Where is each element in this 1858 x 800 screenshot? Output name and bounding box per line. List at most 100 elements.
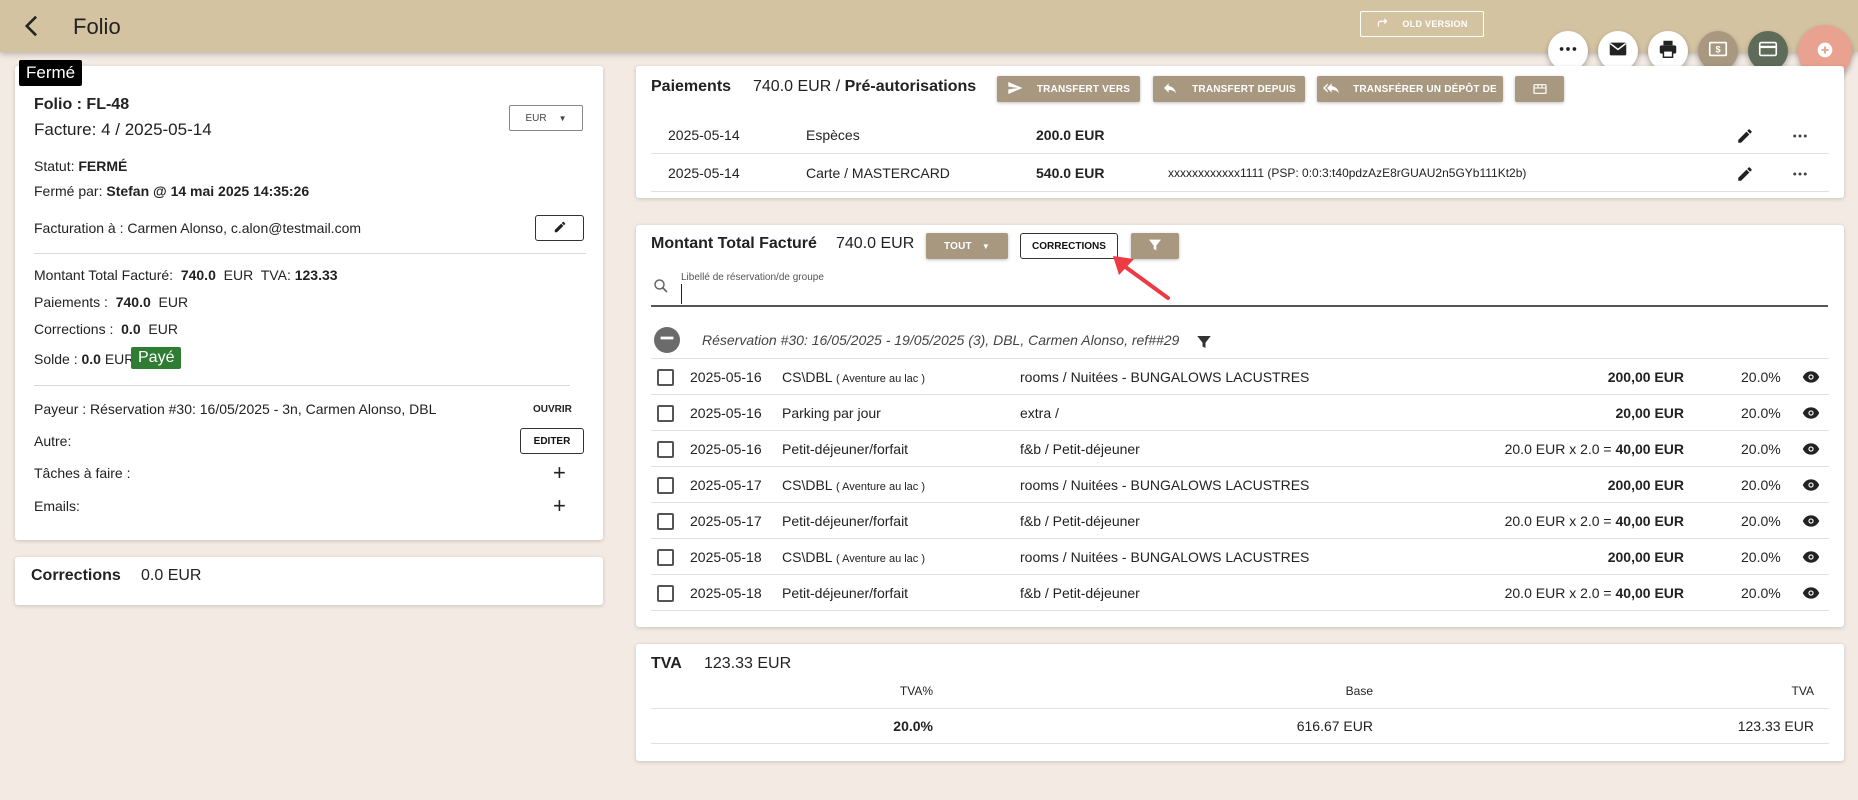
row-divider — [651, 430, 1829, 431]
item-label: CS\DBL ( Aventure au lac ) — [782, 549, 925, 565]
row-checkbox[interactable] — [657, 549, 674, 566]
filter-icon[interactable] — [1195, 333, 1211, 348]
reply-all-icon — [1323, 80, 1340, 99]
eye-icon[interactable] — [1802, 404, 1820, 422]
billed-amount: 740.0 EUR — [836, 235, 915, 252]
item-category: extra / — [1020, 405, 1059, 421]
billing-to: Facturation à : Carmen Alonso, c.alon@te… — [34, 220, 362, 236]
item-date: 2025-05-17 — [690, 477, 762, 493]
total-row: Montant Total Facturé: 740.0 EUR TVA: 12… — [34, 267, 338, 283]
gift-voucher-button[interactable] — [1515, 76, 1564, 102]
collapse-reservation-button[interactable] — [654, 327, 680, 353]
row-checkbox[interactable] — [657, 441, 674, 458]
row-checkbox[interactable] — [657, 405, 674, 422]
item-amount: 20.0 EUR x 2.0 = 40,00 EUR — [1505, 513, 1684, 529]
row-divider — [651, 358, 1829, 359]
item-amount: 20,00 EUR — [1616, 405, 1684, 421]
add-task-icon[interactable]: + — [553, 462, 566, 484]
item-category: rooms / Nuitées - BUNGALOWS LACUSTRES — [1020, 369, 1310, 385]
row-divider — [651, 743, 1829, 744]
filter-all-dropdown[interactable]: TOUT ▼ — [926, 233, 1008, 259]
search-placeholder: Libellé de réservation/de groupe — [681, 272, 824, 283]
item-label-text: Petit-déjeuner/forfait — [782, 513, 909, 529]
search-underline — [651, 305, 1828, 307]
more-horizontal-icon[interactable] — [1791, 127, 1809, 145]
payment-button[interactable]: $ — [1698, 31, 1738, 71]
back-arrow-icon[interactable] — [18, 12, 46, 40]
print-icon — [1657, 38, 1679, 64]
eye-icon[interactable] — [1802, 368, 1820, 386]
old-version-button[interactable]: OLD VERSION — [1360, 11, 1484, 37]
eye-icon[interactable] — [1802, 584, 1820, 602]
print-button[interactable] — [1648, 31, 1688, 71]
status-row: Statut: FERMÉ — [34, 158, 127, 174]
row-divider — [651, 708, 1829, 709]
total-value: 740.0 — [180, 267, 216, 283]
payments-currency: EUR — [158, 294, 189, 310]
item-sublabel: ( Aventure au lac ) — [835, 481, 926, 493]
search-input[interactable] — [681, 284, 1826, 304]
transfer-from-button[interactable]: TRANSFERT DEPUIS — [1153, 76, 1305, 102]
divider — [34, 253, 586, 254]
pencil-icon — [553, 220, 567, 237]
more-actions-button[interactable] — [1548, 31, 1588, 71]
eye-icon[interactable] — [1802, 440, 1820, 458]
minus-circle-icon — [656, 327, 678, 353]
card-payment-button[interactable] — [1748, 31, 1788, 71]
currency-select[interactable]: EUR ▼ — [509, 105, 583, 131]
corrections-currency: EUR — [148, 321, 178, 337]
row-checkbox[interactable] — [657, 477, 674, 494]
tva-label: TVA: — [260, 267, 291, 283]
preauth-link[interactable]: Pré-autorisations — [845, 78, 977, 95]
chevron-down-icon: ▼ — [981, 241, 990, 251]
status-label: Statut: — [34, 158, 75, 174]
item-calc: 20.0 EUR x 2.0 = — [1504, 441, 1612, 457]
item-label: Petit-déjeuner/forfait — [782, 513, 908, 529]
row-checkbox[interactable] — [657, 369, 674, 386]
item-label-text: Petit-déjeuner/forfait — [782, 585, 909, 601]
item-amount: 200,00 EUR — [1608, 369, 1684, 385]
item-vat: 20.0% — [1741, 477, 1781, 493]
item-vat: 20.0% — [1741, 585, 1781, 601]
payments-title: Paiements — [651, 78, 732, 95]
invoice-label: Facture: 4 / 2025-05-14 — [34, 120, 212, 139]
pencil-icon[interactable] — [1736, 127, 1754, 145]
currency-value: EUR — [525, 112, 547, 124]
payment-detail: xxxxxxxxxxxx1111 (PSP: 0:0:3:t40pdzAzE8r… — [1168, 166, 1527, 180]
edit-other-button[interactable]: EDITER — [520, 428, 584, 454]
open-payer-button[interactable]: OUVRIR — [533, 404, 572, 415]
folio-number: Folio : FL-48 — [34, 96, 130, 113]
balance-value: 0.0 — [81, 351, 101, 367]
item-amount: 20.0 EUR x 2.0 = 40,00 EUR — [1505, 585, 1684, 601]
row-checkbox[interactable] — [657, 513, 674, 530]
credit-card-icon — [1757, 38, 1779, 64]
eye-icon[interactable] — [1802, 476, 1820, 494]
edit-billing-button[interactable] — [535, 215, 584, 241]
add-email-icon[interactable]: + — [553, 495, 566, 517]
tasks-label: Tâches à faire : — [34, 465, 131, 481]
transfer-from-label: TRANSFERT DEPUIS — [1192, 83, 1296, 95]
item-label-text: CS\DBL — [782, 369, 833, 385]
item-vat: 20.0% — [1741, 549, 1781, 565]
corrections-button[interactable]: CORRECTIONS — [1020, 233, 1118, 259]
eye-icon[interactable] — [1802, 548, 1820, 566]
reply-icon — [1162, 80, 1178, 99]
pencil-icon[interactable] — [1736, 165, 1754, 183]
payer: Payeur : Réservation #30: 16/05/2025 - 3… — [34, 401, 437, 417]
row-divider — [651, 610, 1829, 611]
item-label: CS\DBL ( Aventure au lac ) — [782, 477, 925, 493]
item-date: 2025-05-18 — [690, 585, 762, 601]
page-title: Folio — [73, 14, 121, 39]
closed-by-label: Fermé par: — [34, 183, 103, 199]
transfer-to-button[interactable]: TRANSFERT VERS — [997, 76, 1140, 102]
corrections-row: Corrections : 0.0 EUR — [34, 321, 178, 337]
transfer-deposit-button[interactable]: TRANSFÉRER UN DÉPÔT DE — [1317, 76, 1503, 102]
more-horizontal-icon[interactable] — [1791, 165, 1809, 183]
money-icon: $ — [1707, 38, 1729, 64]
total-currency: EUR — [223, 267, 254, 283]
tva-tva-value: 123.33 EUR — [1737, 718, 1814, 734]
email-button[interactable] — [1598, 31, 1638, 71]
svg-text:$: $ — [1715, 45, 1720, 55]
eye-icon[interactable] — [1802, 512, 1820, 530]
row-checkbox[interactable] — [657, 585, 674, 602]
